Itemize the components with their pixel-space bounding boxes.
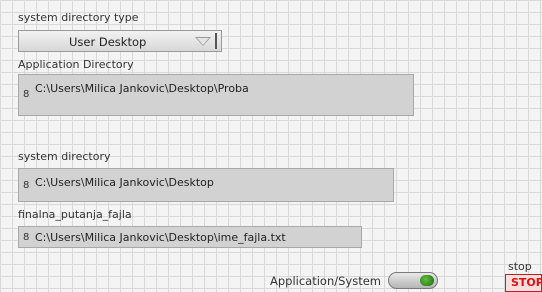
- application-system-toggle[interactable]: [388, 272, 438, 289]
- sys-dir-field[interactable]: 8 C:\Users\Milica Jankovic\Desktop: [18, 168, 394, 202]
- app-dir-label: Application Directory: [18, 58, 134, 71]
- sys-dir-value: C:\Users\Milica Jankovic\Desktop: [35, 176, 214, 189]
- path-icon: 8: [23, 180, 30, 191]
- app-dir-value: C:\Users\Milica Jankovic\Desktop\Proba: [35, 82, 249, 95]
- final-path-field[interactable]: 8 C:\Users\Milica Jankovic\Desktop\ime_f…: [18, 226, 362, 248]
- dir-type-label: system directory type: [18, 11, 139, 24]
- sys-dir-label: system directory: [18, 150, 111, 163]
- dir-type-value: User Desktop: [69, 35, 147, 49]
- final-path-label: finalna_putanja_fajla: [18, 208, 132, 221]
- path-icon: 8: [23, 232, 30, 243]
- final-path-value: C:\Users\Milica Jankovic\Desktop\ime_faj…: [35, 231, 286, 244]
- toggle-label: Application/System: [270, 274, 382, 288]
- app-dir-field[interactable]: 8 C:\Users\Milica Jankovic\Desktop\Proba: [18, 74, 414, 116]
- stop-label: stop: [508, 260, 532, 273]
- path-icon: 8: [23, 89, 30, 100]
- dropdown-divider: [215, 33, 217, 49]
- led-indicator: [420, 275, 434, 286]
- stop-button[interactable]: STOP: [505, 274, 542, 292]
- chevron-down-icon: [195, 37, 211, 46]
- dir-type-dropdown[interactable]: User Desktop: [18, 30, 222, 52]
